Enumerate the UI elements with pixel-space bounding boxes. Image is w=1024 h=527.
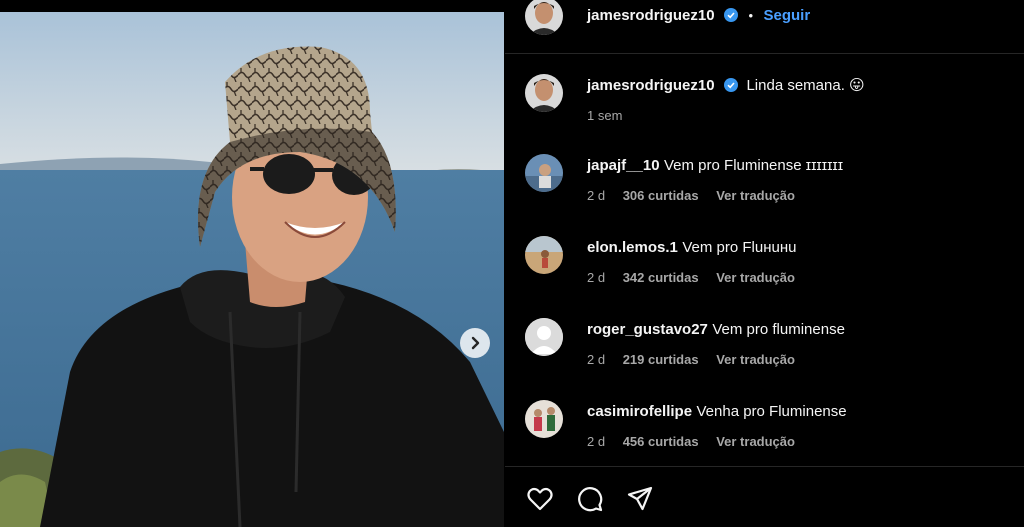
comment-likes[interactable]: 456 curtidas [623, 434, 699, 449]
comment-avatar[interactable] [525, 400, 563, 438]
verified-badge-icon [724, 78, 739, 92]
comment-text: Vem pro Fluнuнu [682, 239, 797, 256]
caption-line: jamesrodriguez10 Linda semana. 😛 [587, 76, 865, 96]
comment-meta: 2 d 342 curtidas Ver tradução [587, 270, 809, 285]
comment-line: roger_gustavo27 Vem pro fluminense [587, 320, 845, 340]
post-photo[interactable] [0, 12, 504, 527]
comment-icon[interactable] [575, 484, 605, 514]
comment-username[interactable]: roger_gustavo27 [587, 321, 708, 338]
verified-badge-icon [724, 8, 739, 22]
top-strip [0, 0, 504, 12]
comment-time[interactable]: 2 d [587, 270, 605, 285]
caption-text: Linda semana. 😛 [746, 77, 865, 94]
caption-time[interactable]: 1 sem [587, 108, 622, 123]
comment-time[interactable]: 2 d [587, 352, 605, 367]
comment-item: elon.lemos.1 Vem pro Fluнuнu 2 d 342 cur… [505, 236, 1024, 306]
photo-illustration [0, 12, 504, 527]
avatar-image [525, 74, 563, 112]
comment-likes[interactable]: 306 curtidas [623, 188, 699, 203]
separator-dot: • [748, 8, 754, 23]
translate-link[interactable]: Ver tradução [716, 188, 795, 203]
translate-link[interactable]: Ver tradução [716, 434, 795, 449]
comment-likes[interactable]: 342 curtidas [623, 270, 699, 285]
post-side-panel: jamesrodriguez10 • Seguir jamesrodriguez… [505, 0, 1024, 527]
comment-avatar[interactable] [525, 236, 563, 274]
translate-link[interactable]: Ver tradução [716, 352, 795, 367]
action-bar [525, 484, 655, 516]
translate-link[interactable]: Ver tradução [716, 270, 795, 285]
comment-username[interactable]: casimirofellipe [587, 403, 692, 420]
comment-meta: 2 d 306 curtidas Ver tradução [587, 188, 809, 203]
comment-line: casimirofellipe Venha pro Fluminense [587, 402, 847, 422]
comment-line: elon.lemos.1 Vem pro Fluнuнu [587, 238, 796, 258]
comment-text: Vem pro fluminense [712, 321, 845, 338]
actions-divider [505, 466, 1024, 467]
comment-username[interactable]: elon.lemos.1 [587, 239, 678, 256]
avatar-image [525, 400, 563, 438]
comment-item: casimirofellipe Venha pro Fluminense 2 d… [505, 400, 1024, 470]
avatar-image [525, 236, 563, 274]
comment-line: japajf__10 Vem pro Fluminense ɪɪɪɪɪɪɪ [587, 156, 843, 176]
comment-avatar[interactable] [525, 154, 563, 192]
comment-text: Venha pro Fluminense [696, 403, 847, 420]
share-icon[interactable] [625, 484, 655, 514]
comment-meta: 2 d 456 curtidas Ver tradução [587, 434, 809, 449]
caption: jamesrodriguez10 Linda semana. 😛 1 sem [505, 74, 1024, 144]
comment-time[interactable]: 2 d [587, 434, 605, 449]
default-avatar-icon [525, 318, 563, 356]
follow-button[interactable]: Seguir [763, 7, 810, 24]
comment-item: roger_gustavo27 Vem pro fluminense 2 d 2… [505, 318, 1024, 388]
header-line: jamesrodriguez10 • Seguir [587, 6, 810, 26]
post-header: jamesrodriguez10 • Seguir [505, 0, 1024, 52]
comment-text: Vem pro Fluminense ɪɪɪɪɪɪɪ [664, 157, 844, 174]
author-avatar[interactable] [525, 0, 563, 35]
comment-likes[interactable]: 219 curtidas [623, 352, 699, 367]
caption-meta: 1 sem [587, 108, 636, 123]
comment-time[interactable]: 2 d [587, 188, 605, 203]
next-photo-button[interactable] [460, 328, 490, 358]
caption-avatar[interactable] [525, 74, 563, 112]
comment-avatar[interactable] [525, 318, 563, 356]
author-username[interactable]: jamesrodriguez10 [587, 7, 715, 24]
header-divider [505, 53, 1024, 54]
chevron-right-icon [471, 336, 480, 350]
comment-meta: 2 d 219 curtidas Ver tradução [587, 352, 809, 367]
comment-item: japajf__10 Vem pro Fluminense ɪɪɪɪɪɪɪ 2 … [505, 154, 1024, 224]
avatar-image [525, 0, 563, 35]
avatar-image [525, 154, 563, 192]
caption-username[interactable]: jamesrodriguez10 [587, 77, 715, 94]
heart-icon[interactable] [525, 484, 555, 514]
comment-username[interactable]: japajf__10 [587, 157, 660, 174]
